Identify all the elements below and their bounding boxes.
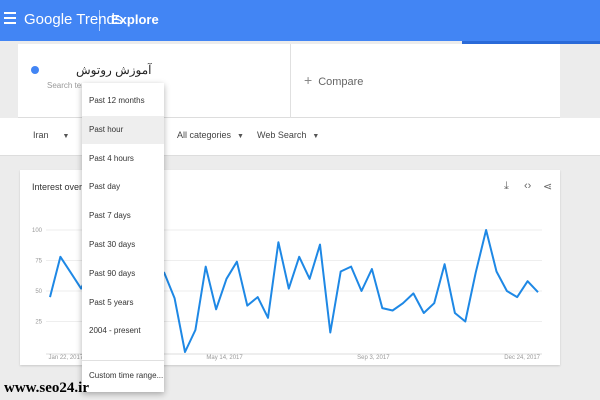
compare-label: Compare (318, 76, 364, 88)
time-menu-item[interactable]: Past 5 years (82, 289, 164, 317)
page-title: Explore (111, 12, 159, 27)
y-tick-label: 25 (35, 320, 42, 326)
time-menu-item[interactable]: 2004 - present (82, 317, 164, 345)
x-tick-label: Dec 24, 2017 (504, 355, 540, 361)
y-tick-label: 100 (32, 228, 43, 234)
x-tick-label: Jan 22, 2017 (48, 355, 83, 361)
time-menu-item[interactable]: Past 7 days (82, 202, 164, 230)
download-icon[interactable]: ⤓ (504, 180, 509, 193)
category-filter[interactable]: All categories ▼ (177, 130, 244, 140)
compare-button[interactable]: + Compare (304, 72, 363, 88)
menu-icon[interactable] (4, 12, 16, 26)
time-menu-item[interactable]: Past 4 hours (82, 145, 164, 173)
top-bar: Google Trends Explore (0, 0, 600, 41)
region-label: Iran (33, 130, 49, 140)
time-menu-item[interactable]: Custom time range... (82, 362, 164, 390)
x-tick-label: May 14, 2017 (206, 355, 243, 361)
category-label: All categories (177, 130, 232, 140)
menu-divider (82, 360, 164, 361)
time-menu-item[interactable]: Past day (82, 173, 164, 201)
region-filter[interactable]: Iran ▼ (33, 130, 69, 140)
search-type-filter[interactable]: Web Search ▼ (257, 130, 319, 140)
y-tick-label: 75 (35, 259, 42, 265)
chevron-down-icon: ▼ (237, 133, 244, 140)
term-color-dot (31, 66, 39, 74)
time-menu-item[interactable]: Past 12 months (82, 87, 164, 115)
time-menu-item[interactable]: Past hour (82, 115, 164, 144)
time-range-menu: Past 12 months Past hour Past 4 hours Past … (82, 83, 164, 392)
search-divider (290, 44, 291, 118)
x-tick-label: Sep 3, 2017 (357, 355, 390, 361)
embed-icon[interactable]: ‹› (524, 180, 531, 192)
watermark: www.seo24.ir (4, 380, 89, 396)
chevron-down-icon: ▼ (312, 133, 320, 140)
search-type-label: Web Search (257, 130, 307, 140)
time-menu-item[interactable]: Past 90 days (82, 260, 164, 288)
chevron-down-icon: ▼ (62, 133, 70, 140)
share-icon[interactable]: ⋖ (543, 180, 552, 193)
plus-icon: + (304, 72, 313, 88)
search-term[interactable]: آموزش روتوش (76, 63, 152, 77)
header-divider (99, 10, 100, 31)
time-menu-item[interactable]: Past 30 days (82, 231, 164, 259)
y-tick-label: 50 (35, 289, 42, 295)
google-trends-logo[interactable]: Google Trends (24, 11, 122, 28)
